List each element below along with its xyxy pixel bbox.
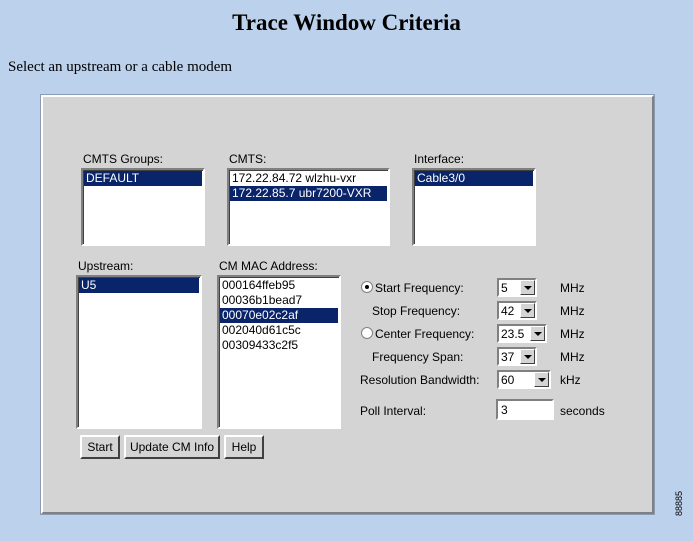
poll-interval-unit: seconds [560, 404, 605, 418]
upstream-listbox[interactable]: U5 [76, 275, 202, 429]
start-frequency-label: Start Frequency: [375, 281, 464, 295]
interface-listbox[interactable]: Cable3/0 [412, 168, 536, 246]
poll-interval-label: Poll Interval: [360, 404, 427, 418]
list-item[interactable]: 00309433c2f5 [220, 338, 338, 353]
cmts-groups-label: CMTS Groups: [83, 152, 164, 166]
resolution-bandwidth-label: Resolution Bandwidth: [360, 373, 480, 387]
frequency-span-value: 37 [501, 350, 515, 364]
instruction-text: Select an upstream or a cable modem [8, 59, 233, 75]
center-frequency-select[interactable]: 23.5 [497, 324, 547, 343]
center-frequency-radio[interactable] [361, 327, 373, 339]
interface-label: Interface: [414, 152, 465, 166]
list-item[interactable]: U5 [79, 278, 199, 293]
chevron-down-icon[interactable] [530, 326, 545, 341]
page-title: Trace Window Criteria [232, 10, 461, 35]
stop-frequency-unit: MHz [560, 304, 585, 318]
cmts-groups-listbox[interactable]: DEFAULT [81, 168, 205, 246]
list-item[interactable]: 000164ffeb95 [220, 278, 338, 293]
start-frequency-select[interactable]: 5 [497, 278, 537, 297]
figure-id: 88885 [674, 490, 684, 516]
list-item[interactable]: 172.22.84.72 wlzhu-vxr [230, 171, 387, 186]
list-item[interactable]: Cable3/0 [415, 171, 533, 186]
chevron-down-icon[interactable] [520, 349, 535, 364]
list-item[interactable]: 172.22.85.7 ubr7200-VXR [230, 186, 387, 201]
start-button[interactable]: Start [80, 435, 120, 459]
chevron-down-icon[interactable] [520, 303, 535, 318]
upstream-label: Upstream: [78, 259, 134, 273]
help-button[interactable]: Help [224, 435, 264, 459]
list-item[interactable]: 002040d61c5c [220, 323, 338, 338]
chevron-down-icon[interactable] [520, 280, 535, 295]
stop-frequency-label: Stop Frequency: [372, 304, 461, 318]
cm-mac-label: CM MAC Address: [219, 259, 318, 273]
chevron-down-icon[interactable] [534, 372, 549, 387]
stop-frequency-value: 42 [501, 304, 515, 318]
cm-mac-listbox[interactable]: 000164ffeb95 00036b1bead7 00070e02c2af 0020… [217, 275, 341, 429]
center-frequency-unit: MHz [560, 327, 585, 341]
trace-criteria-panel: CMTS Groups: DEFAULT CMTS: 172.22.84.72 … [41, 95, 654, 514]
poll-interval-input[interactable] [496, 399, 554, 420]
frequency-span-label: Frequency Span: [372, 350, 464, 364]
start-frequency-radio[interactable] [361, 281, 373, 293]
frequency-span-select[interactable]: 37 [497, 347, 537, 366]
update-cm-info-button[interactable]: Update CM Info [124, 435, 220, 459]
resolution-bandwidth-value: 60 [501, 373, 515, 387]
list-item[interactable]: DEFAULT [84, 171, 202, 186]
center-frequency-value: 23.5 [501, 327, 525, 341]
list-item[interactable]: 00070e02c2af [220, 308, 338, 323]
start-frequency-unit: MHz [560, 281, 585, 295]
list-item[interactable]: 00036b1bead7 [220, 293, 338, 308]
resolution-bandwidth-unit: kHz [560, 373, 581, 387]
resolution-bandwidth-select[interactable]: 60 [497, 370, 551, 389]
frequency-span-unit: MHz [560, 350, 585, 364]
start-frequency-value: 5 [501, 281, 508, 295]
center-frequency-label: Center Frequency: [375, 327, 475, 341]
stop-frequency-select[interactable]: 42 [497, 301, 537, 320]
cmts-label: CMTS: [229, 152, 267, 166]
cmts-listbox[interactable]: 172.22.84.72 wlzhu-vxr 172.22.85.7 ubr720… [227, 168, 390, 246]
